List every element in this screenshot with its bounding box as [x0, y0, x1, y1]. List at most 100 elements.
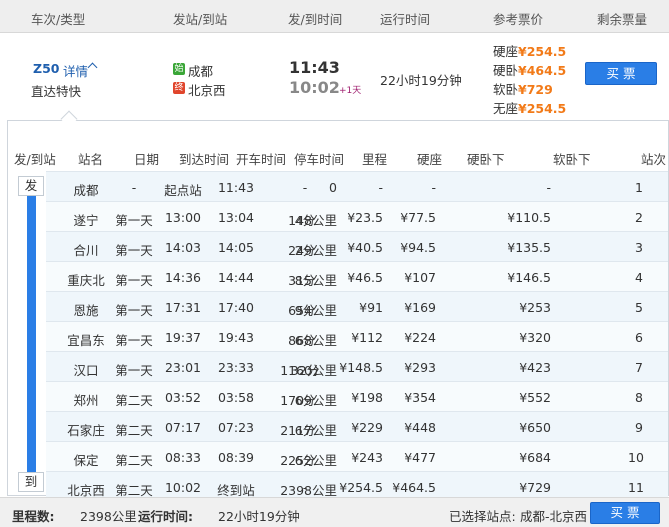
- cell-hard-sleeper: ¥477: [404, 450, 436, 465]
- cell-hard-sleeper: ¥464.5: [392, 480, 436, 495]
- depart-time: 11:43: [289, 58, 340, 77]
- end-station-icon: 终: [173, 82, 185, 94]
- cell-station: 合川: [73, 243, 99, 258]
- col-date: 日期: [134, 152, 160, 167]
- chevron-up-icon[interactable]: [87, 62, 98, 73]
- train-row: Z50 详情 直达特快 始 成都 终 北京西 11:43 10:02 +1天 2…: [0, 33, 669, 119]
- cell-arrive: 23:01: [164, 360, 202, 375]
- cell-hard-sleeper: -: [431, 180, 436, 195]
- cell-index: 4: [635, 270, 643, 285]
- cell-distance: 315公里: [288, 273, 337, 288]
- cell-depart: 17:40: [217, 300, 255, 315]
- cell-soft-sleeper: -: [546, 180, 551, 195]
- depart-marker: 发: [18, 176, 44, 196]
- cell-distance: 2252公里: [280, 453, 337, 468]
- cell-station: 成都: [73, 183, 99, 198]
- footer-buy-button[interactable]: 买 票: [590, 502, 660, 524]
- table-row: 石家庄 第二天 07:17 07:23 6分 2117公里 ¥229 ¥448 ¥650 9: [46, 411, 668, 441]
- cell-date: 第一天: [115, 333, 153, 348]
- cell-distance: 868公里: [288, 333, 337, 348]
- col-hard-sleeper: 硬卧下: [467, 152, 505, 167]
- cell-hard-sleeper: ¥77.5: [400, 210, 436, 225]
- cell-index: 2: [635, 210, 643, 225]
- selected-stations: 成都-北京西: [520, 509, 588, 524]
- cell-arrive: 17:31: [164, 300, 202, 315]
- col-hard-seat: 硬座: [417, 152, 443, 167]
- cell-soft-sleeper: ¥146.5: [507, 270, 551, 285]
- cell-distance: 1160公里: [280, 363, 337, 378]
- cell-depart: 19:43: [217, 330, 255, 345]
- cell-depart: 13:04: [217, 210, 255, 225]
- table-row: 保定 第二天 08:33 08:39 6分 2252公里 ¥243 ¥477 ¥684 10: [46, 441, 668, 471]
- cell-index: 11: [628, 480, 644, 495]
- selected-label: 已选择站点:: [449, 509, 516, 524]
- cell-index: 10: [628, 450, 644, 465]
- col-times: 发/到时间: [288, 12, 343, 27]
- col-station: 站名: [78, 152, 104, 167]
- cell-index: 3: [635, 240, 643, 255]
- col-index: 站次: [641, 152, 667, 167]
- cell-hard-seat: ¥243: [351, 450, 383, 465]
- cell-soft-sleeper: ¥135.5: [507, 240, 551, 255]
- cell-soft-sleeper: ¥423: [519, 360, 551, 375]
- stop-table-header: 发/到站 站名 日期 到达时间 开车时间 停车时间 里程 硬座 硬卧下 软卧下 …: [8, 143, 668, 171]
- cell-soft-sleeper: ¥552: [519, 390, 551, 405]
- cell-station: 汉口: [73, 363, 99, 378]
- cell-hard-sleeper: ¥169: [404, 300, 436, 315]
- cell-depart: 23:33: [217, 360, 255, 375]
- cell-distance: 654公里: [288, 303, 337, 318]
- col-stations: 发站/到站: [173, 12, 228, 27]
- cell-hard-seat: ¥112: [351, 330, 383, 345]
- cell-hard-sleeper: ¥293: [404, 360, 436, 375]
- cell-distance: 148公里: [288, 213, 337, 228]
- from-station: 成都: [188, 64, 214, 79]
- price-hard-sleeper: 硬卧¥464.5: [493, 63, 567, 78]
- col-stop: 停车时间: [294, 152, 345, 167]
- price-no-seat: 无座¥254.5: [493, 101, 567, 116]
- plus-day-badge: +1天: [339, 86, 362, 96]
- cell-station: 重庆北: [67, 273, 105, 288]
- buy-ticket-button[interactable]: 买 票: [585, 62, 657, 85]
- cell-hard-sleeper: ¥354: [404, 390, 436, 405]
- stop-detail-panel: 发/到站 站名 日期 到达时间 开车时间 停车时间 里程 硬座 硬卧下 软卧下 …: [7, 120, 669, 501]
- cell-index: 7: [635, 360, 643, 375]
- cell-date: 第二天: [115, 453, 153, 468]
- cell-station: 郑州: [73, 393, 99, 408]
- cell-depart: 14:44: [217, 270, 255, 285]
- duration: 22小时19分钟: [380, 73, 462, 88]
- cell-distance: 1709公里: [280, 393, 337, 408]
- cell-index: 9: [635, 420, 643, 435]
- table-row: 重庆北 第一天 14:36 14:44 8分 315公里 ¥46.5 ¥107 ¥146.5 4: [46, 261, 668, 291]
- cell-arrive: 10:02: [164, 480, 202, 495]
- cell-arrive: 起点站: [164, 183, 202, 198]
- cell-station: 宜昌东: [67, 333, 105, 348]
- cell-hard-sleeper: ¥107: [404, 270, 436, 285]
- col-tickets: 剩余票量: [597, 12, 648, 27]
- col-arrive: 到达时间: [179, 152, 230, 167]
- table-row: 成都 - 起点站 11:43-0- - -1: [46, 171, 668, 201]
- cell-arrive: 13:00: [164, 210, 202, 225]
- cell-distance: 0: [329, 180, 337, 195]
- cell-date: 第二天: [115, 393, 153, 408]
- cell-soft-sleeper: ¥650: [519, 420, 551, 435]
- cell-index: 5: [635, 300, 643, 315]
- cell-distance: 2117公里: [280, 423, 337, 438]
- cell-arrive: 19:37: [164, 330, 202, 345]
- cell-distance: 249公里: [288, 243, 337, 258]
- cell-soft-sleeper: ¥684: [519, 450, 551, 465]
- cell-depart: 08:39: [217, 450, 255, 465]
- table-row: 宜昌东 第一天 19:37 19:43 6分 868公里 ¥112 ¥224 ¥320 6: [46, 321, 668, 351]
- cell-station: 保定: [73, 453, 99, 468]
- cell-hard-seat: ¥46.5: [347, 270, 383, 285]
- cell-hard-seat: ¥148.5: [339, 360, 383, 375]
- cell-soft-sleeper: ¥320: [519, 330, 551, 345]
- distance-value: 2398公里: [80, 509, 137, 524]
- table-row: 汉口 第一天 23:01 23:33 32分 1160公里 ¥148.5 ¥293 ¥423 7: [46, 351, 668, 381]
- cell-arrive: 14:36: [164, 270, 202, 285]
- cell-soft-sleeper: ¥110.5: [507, 210, 551, 225]
- cell-depart: 07:23: [217, 420, 255, 435]
- cell-date: 第一天: [115, 213, 153, 228]
- train-code[interactable]: Z50: [33, 61, 59, 76]
- cell-arrive: 03:52: [164, 390, 202, 405]
- detail-link[interactable]: 详情: [63, 61, 88, 80]
